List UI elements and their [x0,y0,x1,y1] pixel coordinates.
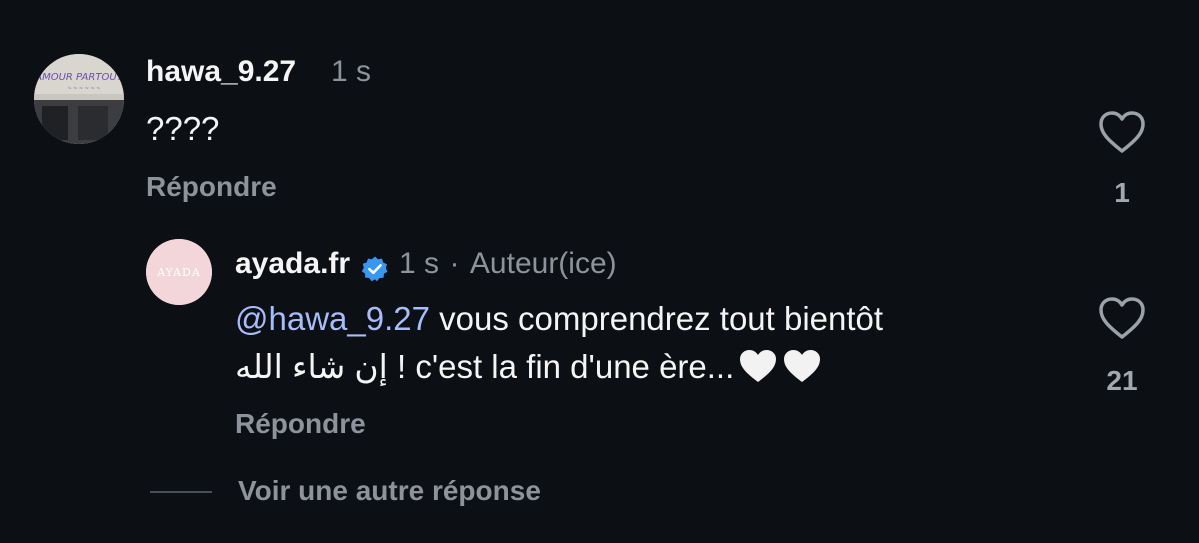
comment-text: ???? [146,110,220,147]
reply-header: ayada.fr 1 s · Auteur(ice) [235,247,617,283]
meta-separator: · [449,247,460,280]
view-more-replies-button[interactable]: Voir une autre réponse [238,475,541,507]
avatar-logo: AYADA [146,239,212,305]
svg-text:~ ~ ~ ~ ~ ~: ~ ~ ~ ~ ~ ~ [67,86,100,92]
reply-button[interactable]: Répondre [146,171,277,203]
mention-link[interactable]: @hawa_9.27 [235,300,430,337]
heart-outline-icon [1099,111,1145,153]
reply-username[interactable]: ayada.fr [235,247,350,280]
white-heart-emoji-icon [740,350,777,382]
like-count: 1 [1114,177,1130,208]
avatar-sign-text: AMOUR PARTOUT [34,72,123,83]
like-button-2[interactable] [1098,296,1146,340]
comment-username[interactable]: hawa_9.27 [146,55,296,89]
like-count-2: 21 [1106,365,1138,396]
reply-time: 1 s [398,247,440,280]
reply-text-part: vous comprendrez tout bientôt [429,300,884,337]
author-badge: Auteur(ice) [469,247,617,280]
heart-outline-icon [1099,297,1145,339]
avatar-image: AMOUR PARTOUT ~ ~ ~ ~ ~ ~ [34,54,124,144]
reply-text-line-1: @hawa_9.27 vous comprendrez tout bientôt [235,300,883,338]
avatar-hawa[interactable]: AMOUR PARTOUT ~ ~ ~ ~ ~ ~ [34,54,124,144]
comment-time: 1 s [331,55,372,88]
reply-text-part-2: إن شاء الله ! c'est la fin d'une ère... [235,348,735,385]
like-button[interactable] [1098,110,1146,154]
white-heart-emoji-icon [784,350,821,382]
avatar-logo-text: AYADA [156,266,201,279]
avatar-ayada[interactable]: AYADA [146,239,212,305]
verified-badge-icon [361,256,388,282]
reply-text-line-2: إن شاء الله ! c'est la fin d'une ère... [235,347,822,386]
reply-button-2[interactable]: Répondre [235,408,366,440]
replies-divider [150,491,212,493]
